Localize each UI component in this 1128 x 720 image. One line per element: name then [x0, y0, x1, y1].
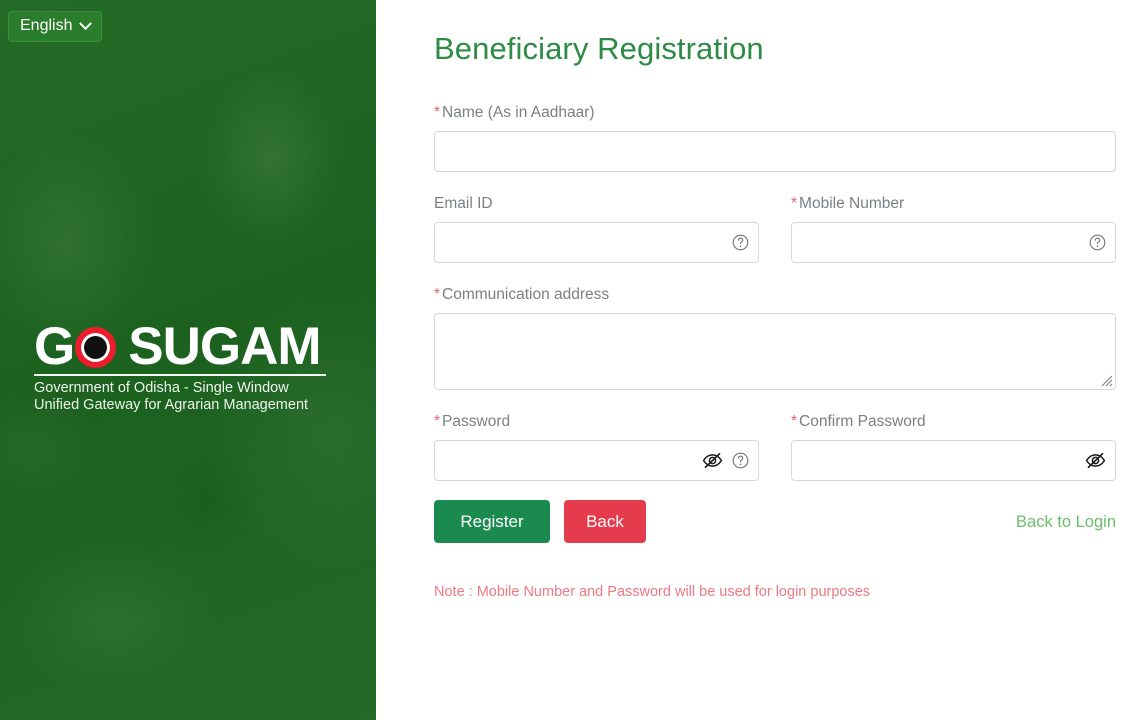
- back-to-login-link[interactable]: Back to Login: [1016, 512, 1116, 532]
- chevron-down-icon: [79, 16, 93, 30]
- language-selector-label: English: [20, 17, 73, 34]
- label-email-text: Email ID: [434, 195, 493, 212]
- label-name-text: Name (As in Aadhaar): [442, 104, 595, 121]
- field-communication-address: * Communication address: [434, 285, 1116, 390]
- logo-divider: [34, 374, 326, 376]
- mobile-number-input[interactable]: [791, 222, 1116, 263]
- form-actions: Register Back Back to Login: [434, 500, 1116, 543]
- logo-wordmark: G SUGAM: [34, 317, 334, 376]
- gosugam-logo: G SUGAM Government of Odisha - Single Wi…: [34, 317, 334, 414]
- logo-tagline-line-1: Government of Odisha - Single Window: [34, 380, 289, 396]
- label-mobile: * Mobile Number: [791, 194, 1116, 214]
- required-marker: *: [434, 104, 441, 121]
- required-marker: *: [434, 413, 441, 430]
- label-confirm-password: * Confirm Password: [791, 412, 1116, 432]
- email-input-shell: [434, 222, 759, 263]
- password-eye-off-icon[interactable]: [702, 440, 723, 481]
- password-row: * Password * Confirm Password: [434, 412, 1116, 503]
- brand-sidebar: English G SUGAM Government of Odisha - S…: [0, 0, 376, 720]
- name-input-shell: [434, 131, 1116, 172]
- field-email: Email ID: [434, 194, 759, 263]
- email-input[interactable]: [434, 222, 759, 263]
- label-password: * Password: [434, 412, 759, 432]
- label-name: * Name (As in Aadhaar): [434, 103, 1116, 123]
- label-communication-address-text: Communication address: [442, 286, 610, 303]
- language-selector[interactable]: English: [8, 11, 103, 42]
- required-marker: *: [791, 413, 798, 430]
- logo-letter-g: G: [34, 317, 75, 376]
- label-communication-address: * Communication address: [434, 285, 1116, 305]
- red-ring-o-icon: [75, 326, 117, 368]
- field-password: * Password: [434, 412, 759, 481]
- label-password-text: Password: [442, 413, 511, 430]
- communication-address-textarea[interactable]: [434, 313, 1116, 390]
- register-button[interactable]: Register: [434, 500, 550, 543]
- page-title: Beneficiary Registration: [434, 31, 764, 66]
- login-note: Note : Mobile Number and Password will b…: [434, 584, 871, 600]
- mobile-help-circle-icon[interactable]: [1089, 222, 1106, 263]
- mobile-input-shell: [791, 222, 1116, 263]
- required-marker: *: [791, 195, 798, 212]
- required-marker: *: [434, 286, 441, 303]
- beneficiary-registration-form: * Name (As in Aadhaar) Email ID * Mobile…: [434, 103, 1116, 503]
- confirm-password-eye-off-icon[interactable]: [1085, 440, 1106, 481]
- email-mobile-row: Email ID * Mobile Number: [434, 194, 1116, 285]
- field-confirm-password: * Confirm Password: [791, 412, 1116, 481]
- field-name: * Name (As in Aadhaar): [434, 103, 1116, 172]
- confirm-password-input-shell: [791, 440, 1116, 481]
- registration-page: English G SUGAM Government of Odisha - S…: [0, 0, 1128, 720]
- back-button[interactable]: Back: [564, 500, 646, 543]
- password-help-circle-icon[interactable]: [732, 440, 749, 481]
- name-input[interactable]: [434, 131, 1116, 172]
- logo-tagline-line-2: Unified Gateway for Agrarian Management: [34, 397, 309, 413]
- logo-word-sugam: SUGAM: [128, 317, 321, 376]
- registration-form-panel: Beneficiary Registration * Name (As in Aa…: [376, 0, 1128, 720]
- confirm-password-input[interactable]: [791, 440, 1116, 481]
- label-confirm-password-text: Confirm Password: [799, 413, 926, 430]
- label-email: Email ID: [434, 194, 759, 214]
- password-input-shell: [434, 440, 759, 481]
- field-mobile: * Mobile Number: [791, 194, 1116, 263]
- label-mobile-text: Mobile Number: [799, 195, 905, 212]
- address-textarea-shell: [434, 313, 1116, 390]
- email-help-circle-icon[interactable]: [732, 222, 749, 263]
